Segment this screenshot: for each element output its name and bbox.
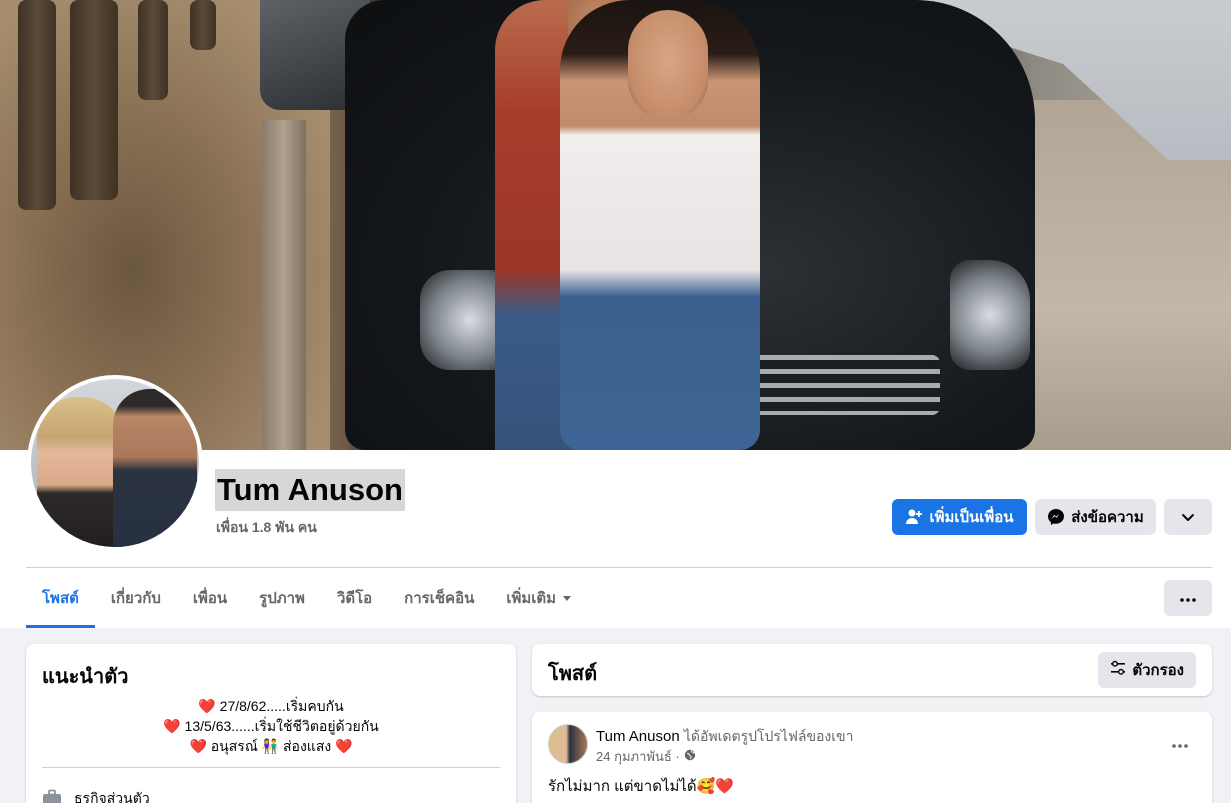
tab-about[interactable]: เกี่ยวกับ [95,568,177,628]
post-meta: 24 กุมภาพันธ์ · [596,746,696,767]
intro-card: แนะนำตัว ❤️ 27/8/62.....เริ่มคบกัน ❤️ 13… [26,644,516,803]
tabs-more-button[interactable] [1164,580,1212,616]
intro-title: แนะนำตัว [42,666,129,688]
posts-header-card: โพสต์ ตัวกรอง [532,644,1212,696]
friends-count[interactable]: เพื่อน 1.8 พัน คน [216,517,317,539]
tab-videos[interactable]: วิดีโอ [321,568,388,628]
message-label: ส่งข้อความ [1071,509,1144,526]
more-actions-button[interactable] [1164,499,1212,535]
bio-line: ❤️ อนุสรณ์ 👫 ส่องแสง ❤️ [189,738,353,754]
post-card: Tum Anuson ได้อัพเดตรูปโปรไฟล์ของเขา 24 … [532,712,1212,803]
caret-down-icon [562,590,572,607]
post-header: Tum Anuson ได้อัพเดตรูปโปรไฟล์ของเขา [596,726,853,748]
bio-line: ❤️ 13/5/63......เริ่มใช้ชีวิตอยู่ด้วยกัน [163,718,379,734]
add-friend-button[interactable]: เพิ่มเป็นเพื่อน [892,499,1027,535]
bio-line: ❤️ 27/8/62.....เริ่มคบกัน [198,698,344,714]
messenger-icon [1047,508,1065,526]
profile-name: Tum Anuson [217,472,403,507]
profile-name-highlight: Tum Anuson [215,469,405,511]
intro-bio: ❤️ 27/8/62.....เริ่มคบกัน ❤️ 13/5/63....… [42,696,500,756]
intro-work-row: ธุรกิจส่วนตัว [42,788,150,803]
filter-label: ตัวกรอง [1132,662,1184,679]
post-date[interactable]: 24 กุมภาพันธ์ · [596,746,680,767]
tab-more[interactable]: เพิ่มเติม [490,568,588,628]
intro-divider [42,767,500,768]
message-button[interactable]: ส่งข้อความ [1035,499,1156,535]
more-dots-icon [1180,589,1196,607]
post-menu-button[interactable] [1168,732,1192,756]
tab-friends[interactable]: เพื่อน [177,568,243,628]
tab-photos[interactable]: รูปภาพ [243,568,321,628]
tab-checkins[interactable]: การเช็คอิน [388,568,490,628]
post-author-avatar[interactable] [548,724,588,764]
add-friend-label: เพิ่มเป็นเพื่อน [929,509,1014,526]
post-author-name[interactable]: Tum Anuson [596,728,680,745]
globe-icon [684,749,696,764]
cover-photo[interactable] [0,0,1231,450]
add-friend-icon [905,508,923,526]
chevron-down-icon [1181,510,1195,524]
avatar [31,379,199,547]
filter-icon [1110,660,1126,680]
intro-work-text: ธุรกิจส่วนตัว [74,790,150,803]
briefcase-icon [42,789,62,803]
tab-posts[interactable]: โพสต์ [26,568,95,628]
more-dots-icon [1172,735,1188,753]
post-text: รักไม่มาก แต่ขาดไม่ได้🥰❤️ [548,778,735,795]
profile-tabs: โพสต์ เกี่ยวกับ เพื่อน รูปภาพ วิดีโอ การ… [26,568,588,628]
posts-title: โพสต์ [548,663,598,685]
profile-picture[interactable] [27,375,203,551]
filter-button[interactable]: ตัวกรอง [1098,652,1196,688]
post-action-text: ได้อัพเดตรูปโปรไฟล์ของเขา [683,728,854,744]
